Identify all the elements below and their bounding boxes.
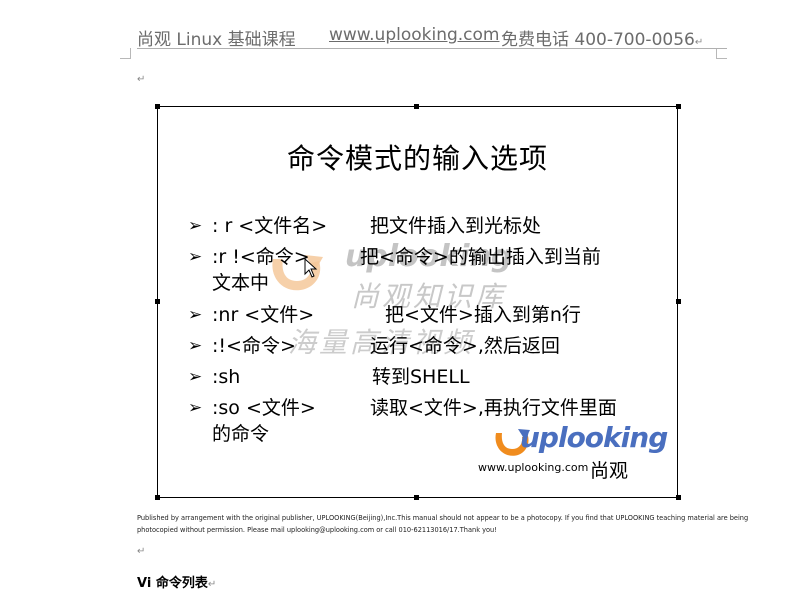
- margin-corner-top-left: [120, 48, 131, 59]
- resize-handle-top-left[interactable]: [155, 104, 160, 109]
- bullet-arrow-icon: ➢: [188, 367, 203, 387]
- bullet-command: :!<命令>: [212, 335, 296, 357]
- heading-return-mark: ↵: [207, 579, 217, 590]
- paragraph-mark: ↵: [137, 546, 146, 557]
- bullet-description: 读取<文件>,再执行文件里面: [370, 397, 617, 419]
- resize-handle-top-right[interactable]: [676, 104, 681, 109]
- resize-handle-top[interactable]: [414, 104, 419, 109]
- bullet-command: : r <文件名>: [212, 215, 328, 237]
- mouse-cursor-icon: [304, 258, 318, 278]
- bullet-continuation: 的命令: [212, 423, 270, 445]
- resize-handle-right[interactable]: [676, 299, 681, 304]
- logo-cn-name: 尚观: [590, 460, 629, 482]
- embedded-slide[interactable]: 命令模式的输入选项 uplooking 尚观知识库 海量高清视频 ➢ : r <…: [157, 106, 678, 498]
- bullet-arrow-icon: ➢: [188, 305, 203, 325]
- bullet-command: :nr <文件>: [212, 304, 315, 326]
- resize-handle-bottom-right[interactable]: [676, 495, 681, 500]
- header-return-mark: ↵: [694, 37, 704, 48]
- section-heading: Vi 命令列表↵: [137, 576, 217, 591]
- margin-corner-top-right: [716, 48, 727, 59]
- bullet-arrow-icon: ➢: [188, 247, 203, 267]
- bullet-command: :sh: [212, 366, 241, 388]
- logo-wordmark: uplooking: [520, 421, 668, 454]
- resize-handle-bottom-left[interactable]: [155, 495, 160, 500]
- header-course-title: 尚观 Linux 基础课程: [137, 30, 296, 50]
- page-header: 尚观 Linux 基础课程 www.uplooking.com 免费电话 400…: [137, 24, 727, 50]
- bullet-item: ➢ :sh 转到SHELL: [188, 362, 668, 393]
- bullet-description: 把<命令>的输出插入到当前: [360, 246, 601, 268]
- bullet-arrow-icon: ➢: [188, 336, 203, 356]
- resize-handle-left[interactable]: [155, 299, 160, 304]
- bullet-item: ➢ :!<命令> 运行<命令>,然后返回: [188, 331, 668, 362]
- bullet-description: 把<文件>插入到第n行: [385, 304, 581, 326]
- bullet-continuation: 文本中: [212, 272, 270, 294]
- bullet-description: 转到SHELL: [372, 366, 470, 388]
- slide-title: 命令模式的输入选项: [286, 142, 548, 175]
- bullet-arrow-icon: ➢: [188, 216, 203, 236]
- notice-line: photocopied without permission. Please m…: [137, 526, 497, 534]
- header-site-url[interactable]: www.uplooking.com: [329, 25, 500, 45]
- header-phone: 免费电话 400-700-0056↵: [501, 30, 704, 50]
- logo-url: www.uplooking.com: [478, 461, 589, 474]
- publisher-notice: Published by arrangement with the origin…: [137, 512, 749, 536]
- resize-handle-bottom[interactable]: [414, 495, 419, 500]
- bullet-arrow-icon: ➢: [188, 398, 203, 418]
- bullet-description: 把文件插入到光标处: [370, 215, 542, 237]
- bullet-item: ➢ :r !<命令> 把<命令>的输出插入到当前 文本中: [188, 242, 668, 300]
- paragraph-mark: ↵: [137, 74, 146, 85]
- uplooking-logo: uplooking www.uplooking.com 尚观: [478, 421, 670, 485]
- bullet-item: ➢ :nr <文件> 把<文件>插入到第n行: [188, 300, 668, 331]
- bullet-item: ➢ : r <文件名> 把文件插入到光标处: [188, 211, 668, 242]
- bullet-description: 运行<命令>,然后返回: [370, 335, 560, 357]
- notice-line: Published by arrangement with the origin…: [137, 514, 749, 522]
- bullet-list: ➢ : r <文件名> 把文件插入到光标处 ➢ :r !<命令> 把<命令>的输…: [188, 211, 668, 451]
